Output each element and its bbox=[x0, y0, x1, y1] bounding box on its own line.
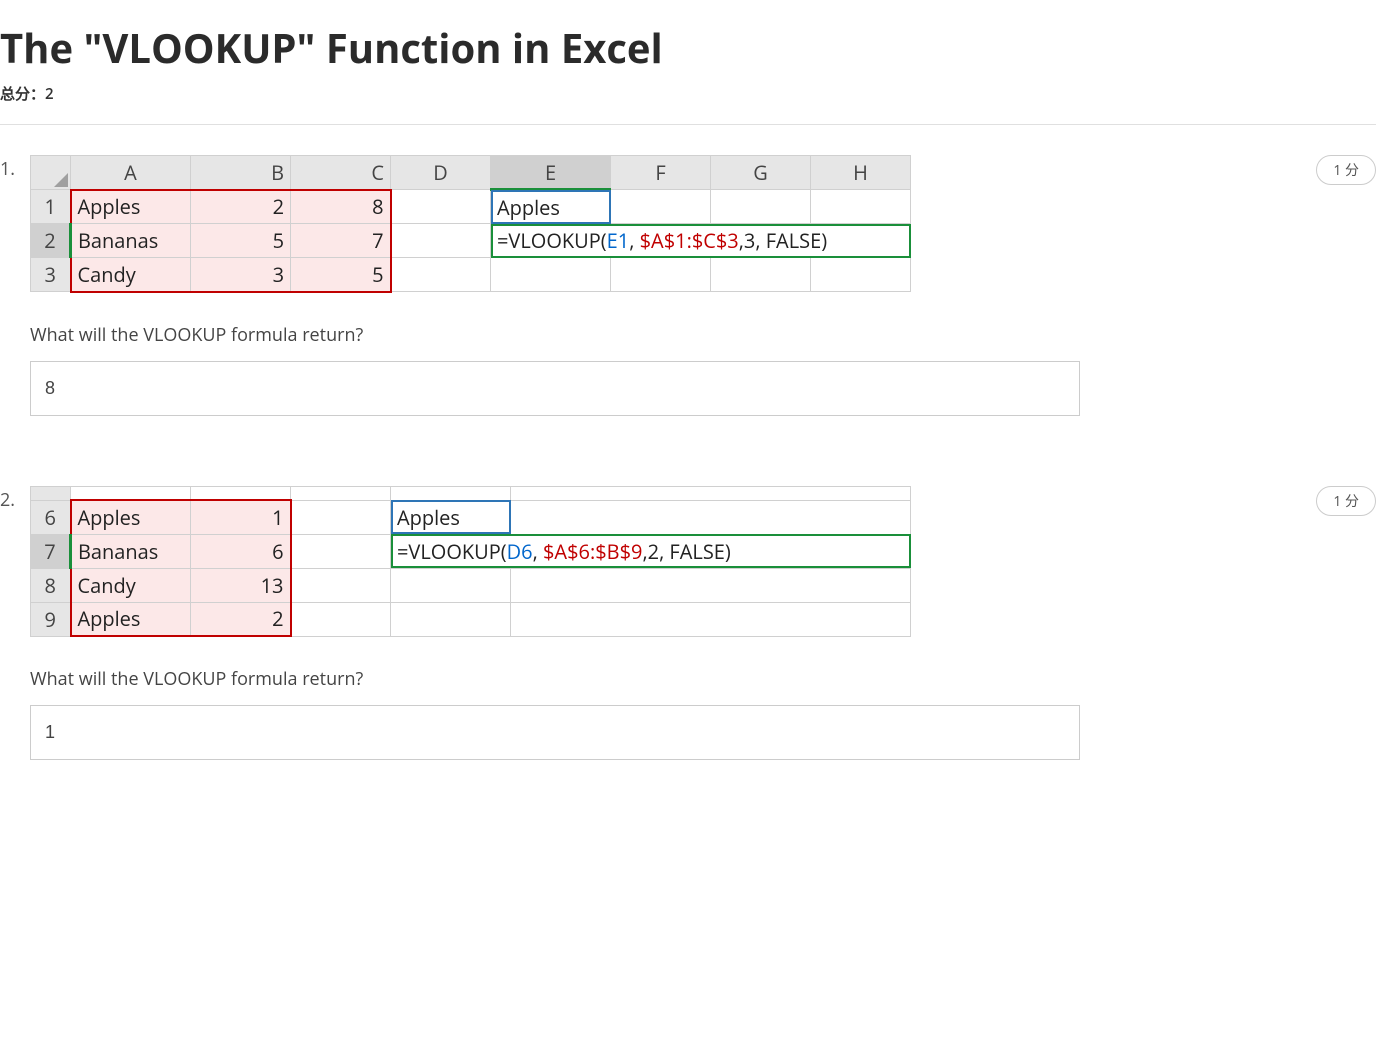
cell-A7: Bananas bbox=[71, 534, 191, 568]
col-header-D: D bbox=[391, 156, 491, 190]
points-badge: 1 分 bbox=[1316, 155, 1376, 185]
formula-arg2: $A$1:$C$3 bbox=[640, 227, 739, 254]
formula-arg1: E1 bbox=[607, 227, 630, 254]
cell-D1 bbox=[391, 190, 491, 224]
cell-B9: 2 bbox=[191, 602, 291, 636]
cell-B1: 2 bbox=[191, 190, 291, 224]
answer-input-1[interactable] bbox=[30, 361, 1080, 416]
question-prompt: What will the VLOOKUP formula return? bbox=[30, 667, 1296, 691]
question-number: 2. bbox=[0, 486, 30, 512]
cell-stub bbox=[191, 486, 291, 500]
question-2: 2. 6 Apples 1 Apples 7 Bananas bbox=[0, 486, 1376, 761]
cell-C2: 7 bbox=[291, 224, 391, 258]
cell-F1 bbox=[611, 190, 711, 224]
cell-C8 bbox=[291, 568, 391, 602]
formula-text: =VLOOKUP( bbox=[397, 538, 507, 565]
col-header-F: F bbox=[611, 156, 711, 190]
cell-E1: Apples bbox=[491, 190, 611, 224]
points-badge: 1 分 bbox=[1316, 486, 1376, 516]
cell-C6 bbox=[291, 500, 391, 534]
col-header-B: B bbox=[191, 156, 291, 190]
cell-B6: 1 bbox=[191, 500, 291, 534]
row-header-1: 1 bbox=[31, 190, 71, 224]
cell-E8 bbox=[511, 568, 911, 602]
spreadsheet-2: 6 Apples 1 Apples 7 Bananas 6 =VLOOKUP(D… bbox=[30, 486, 911, 638]
cell-B7: 6 bbox=[191, 534, 291, 568]
question-1: 1. A B C D E F G H 1 Apples 2 8 Apples bbox=[0, 155, 1376, 416]
col-header-A: A bbox=[71, 156, 191, 190]
cell-stub bbox=[71, 486, 191, 500]
cell-E9 bbox=[511, 602, 911, 636]
cell-C1: 8 bbox=[291, 190, 391, 224]
formula-arg3: 2 bbox=[648, 538, 659, 565]
answer-input-2[interactable] bbox=[30, 705, 1080, 760]
cell-F3 bbox=[611, 258, 711, 292]
formula-arg1: D6 bbox=[507, 538, 533, 565]
formula-arg2: $A$6:$B$9 bbox=[543, 538, 642, 565]
cell-D7-formula: =VLOOKUP(D6, $A$6:$B$9,2, FALSE) bbox=[391, 534, 911, 568]
formula-sep: , bbox=[533, 538, 543, 565]
formula-text: =VLOOKUP( bbox=[497, 227, 607, 254]
row-header-7: 7 bbox=[31, 534, 71, 568]
cell-C9 bbox=[291, 602, 391, 636]
formula-tail: , FALSE) bbox=[659, 538, 731, 565]
row-header-8: 8 bbox=[31, 568, 71, 602]
formula-arg3: 3 bbox=[744, 227, 755, 254]
row-header-2: 2 bbox=[31, 224, 71, 258]
row-header-stub bbox=[31, 486, 71, 500]
cell-D9 bbox=[391, 602, 511, 636]
cell-A6: Apples bbox=[71, 500, 191, 534]
divider bbox=[0, 124, 1376, 125]
cell-E6 bbox=[511, 500, 911, 534]
formula-sep: , bbox=[629, 227, 639, 254]
cell-B8: 13 bbox=[191, 568, 291, 602]
col-header-E: E bbox=[491, 156, 611, 190]
cell-G3 bbox=[711, 258, 811, 292]
question-prompt: What will the VLOOKUP formula return? bbox=[30, 323, 1296, 347]
cell-stub bbox=[511, 486, 911, 500]
total-score: 总分：2 bbox=[0, 83, 1376, 104]
cell-G1 bbox=[711, 190, 811, 224]
cell-B2: 5 bbox=[191, 224, 291, 258]
row-header-6: 6 bbox=[31, 500, 71, 534]
col-header-H: H bbox=[811, 156, 911, 190]
cell-D6: Apples bbox=[391, 500, 511, 534]
cell-E2-formula: =VLOOKUP(E1, $A$1:$C$3,3, FALSE) bbox=[491, 224, 911, 258]
formula-tail: , FALSE) bbox=[755, 227, 827, 254]
spreadsheet-1: A B C D E F G H 1 Apples 2 8 Apples bbox=[30, 155, 911, 293]
cell-C7 bbox=[291, 534, 391, 568]
cell-A8: Candy bbox=[71, 568, 191, 602]
row-header-9: 9 bbox=[31, 602, 71, 636]
col-header-C: C bbox=[291, 156, 391, 190]
cell-B3: 3 bbox=[191, 258, 291, 292]
cell-stub bbox=[391, 486, 511, 500]
cell-D8 bbox=[391, 568, 511, 602]
cell-D3 bbox=[391, 258, 491, 292]
cell-A3: Candy bbox=[71, 258, 191, 292]
cell-D2 bbox=[391, 224, 491, 258]
cell-A1: Apples bbox=[71, 190, 191, 224]
page-title: The "VLOOKUP" Function in Excel bbox=[0, 0, 1376, 83]
sheet-corner bbox=[31, 156, 71, 190]
cell-A9: Apples bbox=[71, 602, 191, 636]
cell-H1 bbox=[811, 190, 911, 224]
cell-E3 bbox=[491, 258, 611, 292]
row-header-3: 3 bbox=[31, 258, 71, 292]
cell-H3 bbox=[811, 258, 911, 292]
question-number: 1. bbox=[0, 155, 30, 181]
cell-stub bbox=[291, 486, 391, 500]
cell-C3: 5 bbox=[291, 258, 391, 292]
col-header-G: G bbox=[711, 156, 811, 190]
cell-A2: Bananas bbox=[71, 224, 191, 258]
